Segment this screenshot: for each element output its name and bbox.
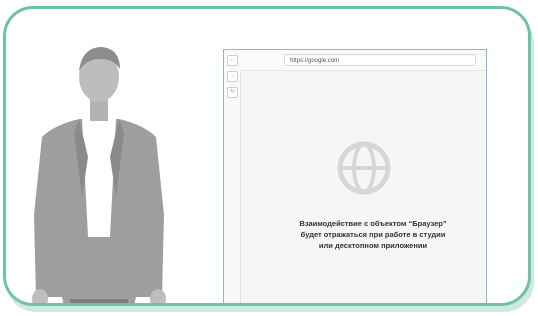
refresh-icon[interactable]: ↻ [227,87,238,98]
arrow-left-icon[interactable]: ← [227,55,238,66]
browser-nav-column: ← → ↻ [224,50,241,303]
message-line: или десктопном приложении [318,241,428,250]
person-silhouette [32,47,166,303]
browser-toolbar: https://google.com [240,50,486,71]
browser-info-message: Взаимодействие с объектом “Браузер” буде… [264,218,482,251]
message-line: Взаимодействие с объектом “Браузер” [299,219,447,228]
illustration-card: ← → ↻ https://google.com Взаимодействие … [3,6,531,306]
browser-preview: ← → ↻ https://google.com Взаимодействие … [223,49,487,303]
globe-icon [337,141,391,195]
message-line: будет отражаться при работе в студии [300,230,446,239]
url-input[interactable]: https://google.com [284,54,476,66]
arrow-right-icon[interactable]: → [227,71,238,82]
